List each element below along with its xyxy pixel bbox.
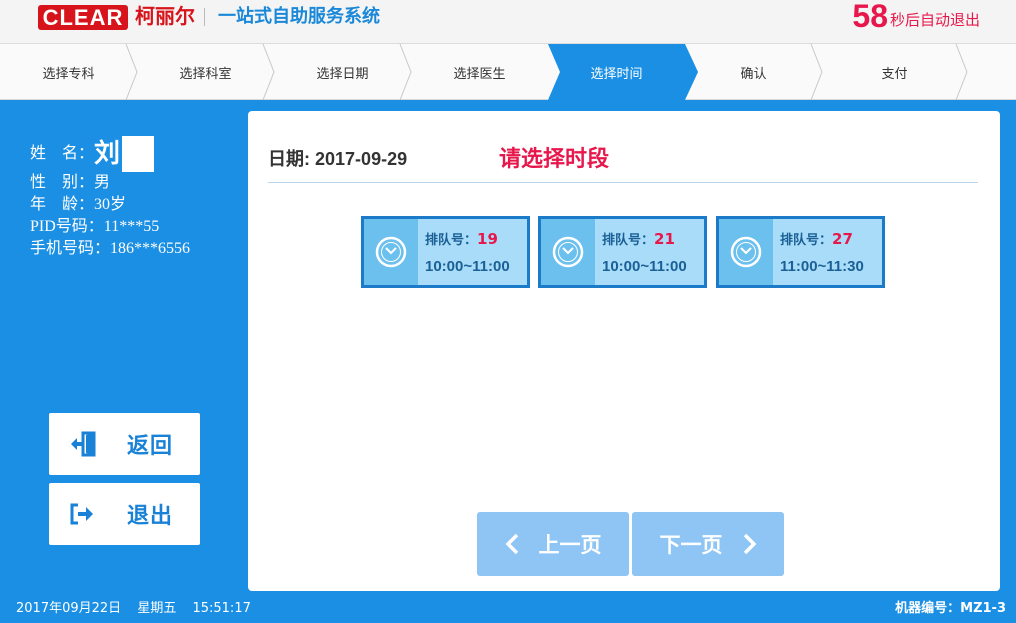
time-selection-panel: 日期: 2017-09-29 请选择时段 排队号：19 10:00~11:00 … <box>248 111 1000 591</box>
queue-number: 排队号：21 <box>602 230 675 248</box>
prev-page-label: 上一页 <box>538 533 602 557</box>
clock-icon-box <box>541 219 595 285</box>
back-button[interactable]: 返回 <box>49 413 200 475</box>
patient-pid-row: PID号码： 11***55 <box>30 216 190 238</box>
date-label: 日期: <box>268 149 310 169</box>
time-slot-card[interactable]: 排队号：27 11:00~11:30 <box>716 216 885 288</box>
footer-datetime: 2017年09月22日 星期五 15:51:17 <box>16 597 263 616</box>
patient-gender-row: 性 别： 男 <box>30 172 190 194</box>
slot-time-range: 10:00~11:00 <box>602 258 687 275</box>
brand-name: 柯丽尔 <box>135 4 195 28</box>
queue-number-value: 19 <box>477 230 498 248</box>
footer-date: 2017年09月22日 <box>16 601 122 616</box>
patient-age: 30岁 <box>94 196 127 213</box>
age-label: 年 龄： <box>30 196 95 213</box>
step-select-specialty: 选择专科 <box>0 44 138 100</box>
patient-gender: 男 <box>94 174 111 191</box>
clock-icon <box>730 236 762 268</box>
back-button-label: 返回 <box>127 434 174 459</box>
step-label: 确认 <box>740 66 767 82</box>
phone-label: 手机号码： <box>30 240 111 257</box>
step-label: 支付 <box>881 66 908 82</box>
back-door-icon <box>71 431 96 457</box>
gender-label: 性 别： <box>30 174 95 191</box>
machine-id: 机器编号：MZ1-3 <box>895 601 1006 616</box>
step-label: 选择专科 <box>42 66 95 82</box>
prev-page-button[interactable]: 上一页 <box>477 512 629 576</box>
sign-out-icon <box>70 503 93 525</box>
step-label: 选择科室 <box>179 66 232 82</box>
step-select-doctor: 选择医生 <box>411 44 548 100</box>
time-slot-card[interactable]: 排队号：21 10:00~11:00 <box>538 216 707 288</box>
exit-button[interactable]: 退出 <box>49 483 200 545</box>
step-payment: 支付 <box>822 44 968 100</box>
clock-icon <box>552 236 584 268</box>
name-label: 姓 名： <box>30 145 95 162</box>
step-confirm: 确认 <box>685 44 823 100</box>
queue-number-value: 27 <box>832 230 853 248</box>
pid-label: PID号码： <box>30 218 104 235</box>
patient-info: 姓 名： 刘 性 别： 男 年 龄： 30岁 PID号码： 11***55 手机… <box>30 136 190 260</box>
next-page-button[interactable]: 下一页 <box>632 512 784 576</box>
patient-pid: 11***55 <box>103 218 160 235</box>
slot-time-range: 10:00~11:00 <box>425 258 510 275</box>
step-select-date: 选择日期 <box>274 44 412 100</box>
step-label: 选择时间 <box>590 66 643 82</box>
next-page-label: 下一页 <box>659 533 723 557</box>
patient-phone-row: 手机号码： 186***6556 <box>30 238 190 260</box>
selected-date: 日期: 2017-09-29 <box>268 145 407 171</box>
patient-age-row: 年 龄： 30岁 <box>30 194 190 216</box>
exit-button-label: 退出 <box>127 504 174 529</box>
auto-exit-countdown: 58 秒后自动退出 <box>852 0 980 32</box>
footer-time: 15:51:17 <box>192 601 251 616</box>
system-title: 一站式自助服务系统 <box>218 6 380 27</box>
queue-number-value: 21 <box>654 230 675 248</box>
queue-number: 排队号：19 <box>425 230 498 248</box>
clock-icon-box <box>364 219 418 285</box>
panel-divider <box>268 182 978 183</box>
step-chevron-icon <box>955 44 968 100</box>
date-value: 2017-09-29 <box>315 149 408 169</box>
app-header: CLEAR 柯丽尔 一站式自助服务系统 58 秒后自动退出 <box>0 0 1016 44</box>
queue-number: 排队号：27 <box>780 230 853 248</box>
patient-phone: 186***6556 <box>110 240 191 257</box>
header-divider <box>204 8 205 26</box>
step-select-time: 选择时间 <box>548 44 698 100</box>
clock-icon-box <box>719 219 773 285</box>
time-slot-card[interactable]: 排队号：19 10:00~11:00 <box>361 216 530 288</box>
name-redaction <box>122 136 155 172</box>
step-label: 选择医生 <box>453 66 506 82</box>
chevron-right-icon <box>743 533 756 555</box>
footer-weekday: 星期五 <box>137 601 177 616</box>
patient-name-row: 姓 名： 刘 <box>30 136 190 172</box>
clear-logo: CLEAR <box>38 5 128 30</box>
step-label: 选择日期 <box>316 66 369 82</box>
countdown-number: 58 <box>852 0 888 34</box>
chevron-left-icon <box>505 533 518 555</box>
patient-name: 刘 <box>94 139 121 169</box>
step-progress-bar: 选择专科 选择科室 选择日期 选择医生 选择时间 确认 支付 <box>0 44 1016 100</box>
clock-icon <box>375 236 407 268</box>
countdown-text: 秒后自动退出 <box>889 11 980 29</box>
slot-time-range: 11:00~11:30 <box>780 258 864 275</box>
select-period-prompt: 请选择时段 <box>499 147 610 172</box>
step-select-department: 选择科室 <box>137 44 275 100</box>
